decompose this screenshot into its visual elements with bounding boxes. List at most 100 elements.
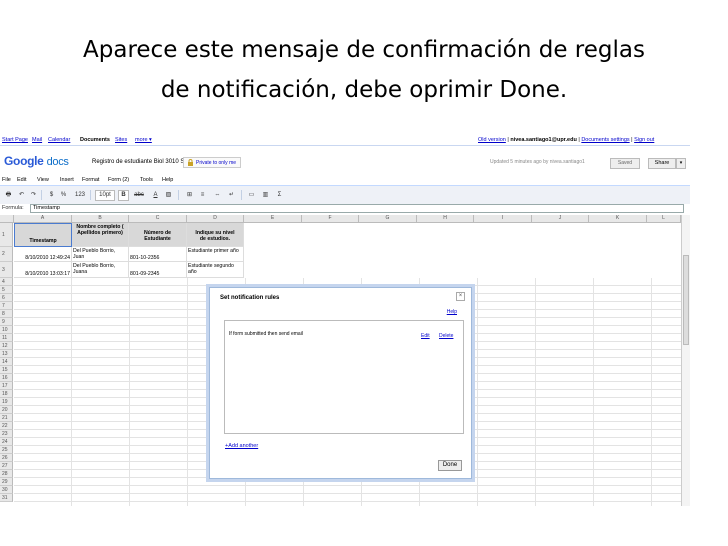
- row-number[interactable]: 23: [0, 430, 13, 438]
- number-format-button[interactable]: 123: [72, 190, 88, 201]
- menu-form[interactable]: Form (2): [108, 177, 129, 183]
- menu-tools[interactable]: Tools: [140, 177, 153, 183]
- row-number[interactable]: 20: [0, 406, 13, 414]
- currency-format-button[interactable]: $: [46, 190, 57, 201]
- column-header-a[interactable]: A: [14, 215, 72, 223]
- row-number[interactable]: 14: [0, 358, 13, 366]
- row-number[interactable]: 22: [0, 422, 13, 430]
- google-docs-logo[interactable]: Google docs: [4, 154, 69, 168]
- text-color-icon[interactable]: A: [150, 190, 161, 201]
- column-header-k[interactable]: K: [589, 215, 647, 223]
- row-number[interactable]: 6: [0, 294, 13, 302]
- scrollbar-thumb[interactable]: [683, 255, 689, 345]
- row-number[interactable]: 2: [0, 247, 13, 262]
- nav-start-page[interactable]: Start Page: [2, 137, 28, 143]
- help-link[interactable]: Help: [447, 309, 457, 315]
- privacy-badge[interactable]: Private to only me: [183, 157, 241, 168]
- row-number[interactable]: 24: [0, 438, 13, 446]
- vertical-scrollbar[interactable]: [681, 215, 690, 506]
- row-number[interactable]: 5: [0, 286, 13, 294]
- row-number[interactable]: 19: [0, 398, 13, 406]
- column-header-h[interactable]: H: [417, 215, 474, 223]
- header-cell-nivel[interactable]: Indique su nivel de estudios.: [187, 223, 244, 247]
- document-title[interactable]: Registro de estudiante Biol 3010 Sec...: [92, 159, 196, 165]
- row-number[interactable]: 1: [0, 223, 13, 247]
- share-dropdown-icon[interactable]: ▾: [676, 158, 686, 169]
- row-number[interactable]: 10: [0, 326, 13, 334]
- row-number[interactable]: 7: [0, 302, 13, 310]
- menu-edit[interactable]: Edit: [17, 177, 26, 183]
- share-button[interactable]: Share: [648, 158, 676, 169]
- row-number[interactable]: 17: [0, 382, 13, 390]
- column-header-f[interactable]: F: [302, 215, 359, 223]
- column-header-g[interactable]: G: [359, 215, 417, 223]
- row-number[interactable]: 21: [0, 414, 13, 422]
- row-number[interactable]: 26: [0, 454, 13, 462]
- strikethrough-button[interactable]: abc: [131, 190, 147, 201]
- row-number[interactable]: 12: [0, 342, 13, 350]
- chart-icon[interactable]: ▥: [260, 190, 271, 201]
- data-cell[interactable]: Del Pueblo Borrio, Juana: [72, 262, 129, 278]
- sign-out-link[interactable]: Sign out: [634, 137, 654, 143]
- done-button[interactable]: Done: [438, 460, 462, 471]
- data-cell[interactable]: 8/10/2010 12:49:24: [14, 247, 72, 262]
- row-number[interactable]: 15: [0, 366, 13, 374]
- data-cell[interactable]: Estudiante segundo año: [187, 262, 244, 278]
- header-cell-nombre[interactable]: Nombre completo ( Apellidos primero): [72, 223, 129, 247]
- data-cell[interactable]: Del Pueblo Borrio, Juan: [72, 247, 129, 262]
- nav-more[interactable]: more ▾: [135, 137, 152, 143]
- column-header-i[interactable]: I: [474, 215, 532, 223]
- header-cell-timestamp[interactable]: Timestamp: [14, 223, 72, 247]
- menu-help[interactable]: Help: [162, 177, 173, 183]
- menu-insert[interactable]: Insert: [60, 177, 74, 183]
- row-number[interactable]: 27: [0, 462, 13, 470]
- old-version-link[interactable]: Old version: [478, 137, 506, 143]
- bold-button[interactable]: B: [118, 190, 129, 201]
- row-number[interactable]: 28: [0, 470, 13, 478]
- rule-delete-link[interactable]: Delete: [439, 333, 453, 339]
- column-header-e[interactable]: E: [244, 215, 302, 223]
- data-cell[interactable]: Estudiante primer año: [187, 247, 244, 262]
- nav-mail[interactable]: Mail: [32, 137, 42, 143]
- menu-format[interactable]: Format: [82, 177, 99, 183]
- saved-button[interactable]: Saved: [610, 158, 640, 169]
- nav-sites[interactable]: Sites: [115, 137, 127, 143]
- column-header-b[interactable]: B: [72, 215, 129, 223]
- row-number[interactable]: 8: [0, 310, 13, 318]
- nav-documents[interactable]: Documents: [80, 137, 110, 143]
- nav-calendar[interactable]: Calendar: [48, 137, 70, 143]
- borders-icon[interactable]: ⊞: [184, 190, 195, 201]
- insert-comment-icon[interactable]: ▭: [246, 190, 257, 201]
- menu-file[interactable]: File: [2, 177, 11, 183]
- undo-icon[interactable]: ↶: [16, 190, 27, 201]
- data-cell[interactable]: 801-09-2345: [129, 262, 187, 278]
- column-header-l[interactable]: L: [647, 215, 681, 223]
- percent-format-button[interactable]: %: [58, 190, 69, 201]
- close-icon[interactable]: ×: [456, 292, 465, 301]
- column-header-c[interactable]: C: [129, 215, 187, 223]
- align-icon[interactable]: ≡: [197, 190, 208, 201]
- sum-function-button[interactable]: Σ: [274, 190, 285, 201]
- row-number[interactable]: 9: [0, 318, 13, 326]
- merge-icon[interactable]: ⇔: [212, 190, 223, 201]
- print-icon[interactable]: 🖶: [3, 190, 14, 201]
- data-cell[interactable]: 8/10/2010 13:03:17: [14, 262, 72, 278]
- formula-input[interactable]: Timestamp: [30, 204, 684, 213]
- rule-edit-link[interactable]: Edit: [421, 333, 430, 339]
- row-number[interactable]: 30: [0, 486, 13, 494]
- documents-settings-link[interactable]: Documents settings: [581, 137, 629, 143]
- fill-color-icon[interactable]: ▨: [163, 190, 174, 201]
- data-cell[interactable]: 801-10-2356: [129, 247, 187, 262]
- row-number[interactable]: 13: [0, 350, 13, 358]
- redo-icon[interactable]: ↷: [28, 190, 39, 201]
- add-another-link[interactable]: +Add another: [225, 443, 258, 449]
- column-header-d[interactable]: D: [187, 215, 244, 223]
- row-number[interactable]: 4: [0, 278, 13, 286]
- column-header-j[interactable]: J: [532, 215, 589, 223]
- header-cell-numero[interactable]: Número de Estudiante: [129, 223, 187, 247]
- font-size-select[interactable]: 10pt: [95, 190, 115, 201]
- row-number[interactable]: 18: [0, 390, 13, 398]
- wrap-icon[interactable]: ↵: [226, 190, 237, 201]
- row-number[interactable]: 16: [0, 374, 13, 382]
- corner-cell[interactable]: [0, 215, 14, 223]
